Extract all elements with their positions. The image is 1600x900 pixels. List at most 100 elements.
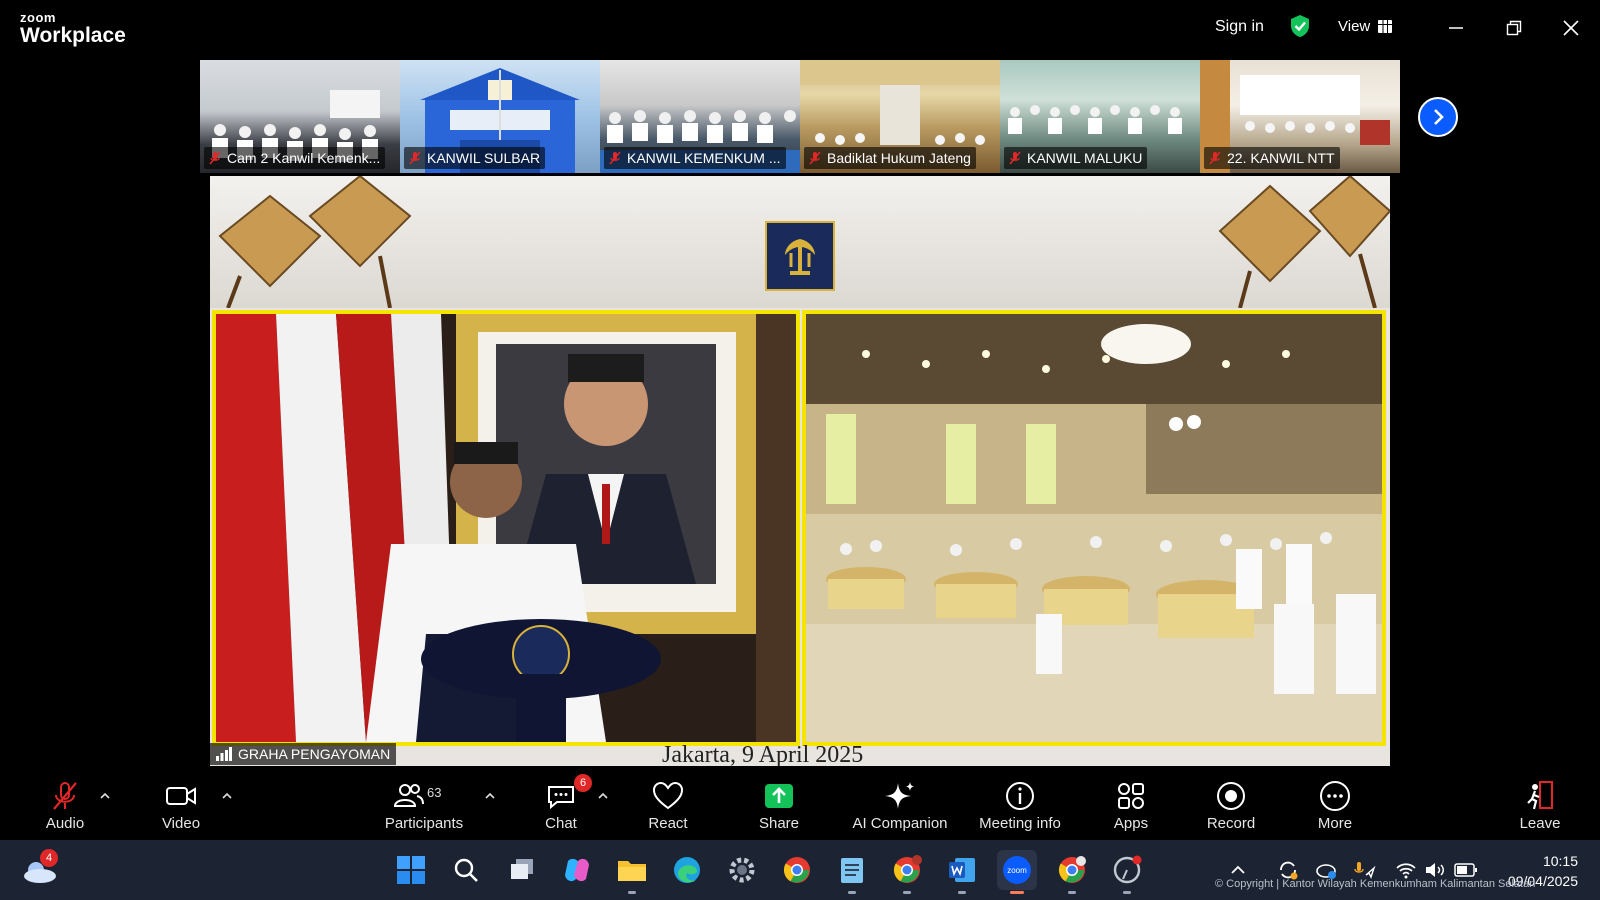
info-icon	[1006, 782, 1034, 810]
zoom-app[interactable]: zoom	[997, 850, 1037, 894]
chat-bubble-icon	[548, 786, 574, 810]
minimize-button[interactable]	[1442, 14, 1470, 42]
edge-browser-app[interactable]	[667, 850, 707, 890]
sign-in-button[interactable]: Sign in	[1215, 18, 1264, 36]
sparkle-icon	[885, 782, 914, 809]
title-bar: zoom Workplace Sign in View	[0, 0, 1600, 56]
screen-recorder-app[interactable]	[1107, 850, 1147, 894]
thumbnail-name: 22. KANWIL NTT	[1227, 150, 1335, 166]
video-button[interactable]: Video	[131, 779, 231, 832]
participant-thumbnail[interactable]: KANWIL MALUKU	[1000, 60, 1200, 173]
participant-thumbnail[interactable]: KANWIL SULBAR	[400, 60, 600, 173]
microphone-location-icon	[1354, 862, 1376, 879]
participants-options-caret-icon[interactable]	[483, 791, 497, 801]
record-icon	[1217, 782, 1245, 810]
copilot-app[interactable]	[557, 850, 597, 890]
speaker-panel	[212, 310, 800, 746]
meeting-info-button[interactable]: Meeting info	[960, 779, 1080, 832]
running-indicator	[848, 891, 856, 894]
participants-button[interactable]: 63 Participants	[374, 779, 474, 832]
ai-companion-button[interactable]: AI Companion	[840, 779, 960, 832]
shield-check-icon[interactable]	[1289, 14, 1311, 38]
minimize-icon	[1449, 27, 1463, 29]
signal-icon	[216, 747, 232, 761]
thumbnail-name: Badiklat Hukum Jateng	[827, 150, 971, 166]
participant-thumbnail[interactable]: Cam 2 Kanwil Kemenk...	[200, 60, 400, 173]
restore-button[interactable]	[1500, 14, 1528, 42]
participant-thumbnail[interactable]: Badiklat Hukum Jateng	[800, 60, 1000, 173]
record-button[interactable]: Record	[1181, 779, 1281, 832]
thumbnail-name: KANWIL SULBAR	[427, 150, 541, 166]
apps-icon	[1118, 783, 1144, 809]
react-button[interactable]: React	[618, 779, 718, 832]
task-view-button[interactable]	[502, 850, 542, 890]
running-indicator	[1010, 891, 1024, 894]
leave-button[interactable]: Leave	[1490, 779, 1590, 832]
thumbnail-label: KANWIL KEMENKUM ...	[604, 147, 786, 169]
leave-door-icon	[1527, 781, 1553, 810]
view-button[interactable]: View	[1338, 18, 1393, 35]
zoom-logo: zoom Workplace	[20, 11, 126, 46]
chat-options-caret-icon[interactable]	[596, 791, 610, 801]
participant-thumbnail[interactable]: 22. KANWIL NTT	[1200, 60, 1400, 173]
participants-label: Participants	[384, 815, 464, 832]
thumbnail-label: KANWIL SULBAR	[404, 147, 546, 169]
chrome-profile-2-app[interactable]	[1052, 850, 1092, 894]
task-view-icon	[511, 859, 533, 879]
settings-app[interactable]	[722, 850, 762, 890]
chrome-profile-app[interactable]	[887, 850, 927, 894]
thumbnail-name: KANWIL MALUKU	[1027, 150, 1143, 166]
thumbnail-label: 22. KANWIL NTT	[1204, 147, 1340, 169]
search-taskbar-button[interactable]	[446, 850, 486, 890]
video-camera-icon	[166, 787, 196, 805]
thumbnail-label: KANWIL MALUKU	[1004, 147, 1148, 169]
clock-time: 10:15	[1542, 853, 1578, 869]
file-explorer-app[interactable]	[612, 850, 652, 894]
chrome-app[interactable]	[777, 850, 817, 890]
chat-label: Chat	[545, 815, 577, 832]
cloud-icon	[1316, 864, 1336, 879]
next-page-button[interactable]	[1418, 97, 1458, 137]
apps-label: Apps	[1113, 815, 1149, 832]
meeting-info-label: Meeting info	[979, 815, 1061, 832]
weather-notification-badge: 4	[40, 849, 58, 867]
svg-text:zoom: zoom	[1007, 866, 1027, 875]
logo-zoom-text: zoom	[20, 10, 56, 25]
copyright-overlay: © Copyright | Kantor Wilayah Kemenkumham…	[1215, 878, 1536, 890]
event-caption: Jakarta, 9 April 2025	[662, 742, 864, 766]
more-button[interactable]: More	[1285, 779, 1385, 832]
running-indicator	[628, 891, 636, 894]
participant-thumbnail[interactable]: KANWIL KEMENKUM ...	[600, 60, 800, 173]
start-button[interactable]	[391, 850, 431, 890]
zoom-window: zoom Workplace Sign in View Cam 2 Kanwil…	[0, 0, 1600, 900]
running-indicator	[1068, 891, 1076, 894]
chat-button[interactable]: 6 Chat	[511, 774, 611, 832]
chat-unread-badge: 6	[574, 774, 592, 792]
ai-companion-label: AI Companion	[852, 815, 948, 832]
audio-button[interactable]: Audio	[15, 779, 115, 832]
grid-icon	[1378, 20, 1393, 33]
chevron-up-icon	[1231, 865, 1245, 874]
chrome-icon	[783, 857, 810, 883]
video-label: Video	[161, 815, 201, 832]
meeting-toolbar: Audio Video 63 Participants 6 Chat React…	[0, 767, 1600, 840]
mic-muted-icon	[609, 151, 621, 165]
audio-options-caret-icon[interactable]	[98, 791, 112, 801]
recorder-icon	[1113, 855, 1142, 884]
audience-scene	[806, 314, 1382, 742]
share-label: Share	[758, 815, 800, 832]
battery-icon	[1454, 863, 1477, 877]
close-button[interactable]	[1557, 14, 1585, 42]
video-options-caret-icon[interactable]	[220, 791, 234, 801]
word-app[interactable]	[942, 850, 982, 894]
audio-label: Audio	[45, 815, 85, 832]
apps-button[interactable]: Apps	[1081, 779, 1181, 832]
speaker-volume-icon	[1426, 863, 1444, 877]
participants-count: 63	[427, 785, 442, 800]
share-button[interactable]: Share	[729, 779, 829, 832]
notepad-app[interactable]	[832, 850, 872, 894]
more-dots-icon	[1320, 781, 1350, 811]
thumbnail-name: Cam 2 Kanwil Kemenk...	[227, 150, 381, 166]
thumbnail-name: KANWIL KEMENKUM ...	[627, 150, 781, 166]
zoom-icon: zoom	[1003, 856, 1031, 884]
